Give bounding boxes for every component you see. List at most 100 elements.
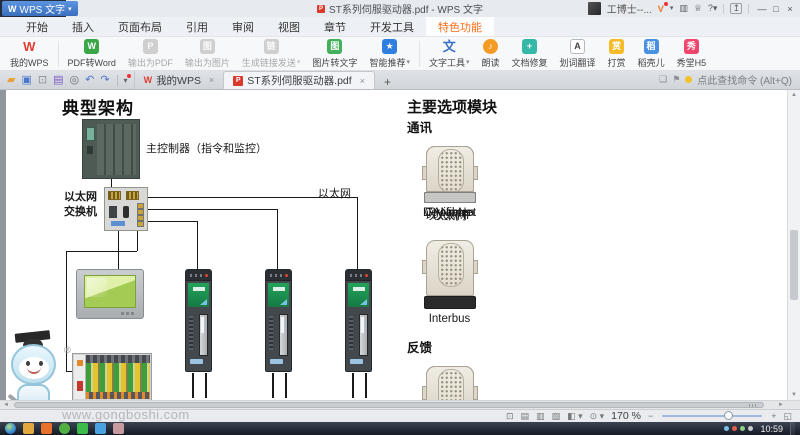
ribbon-docer[interactable]: 稻稻壳儿 [632,37,671,70]
system-tray [724,426,753,431]
plc-controller-image [82,119,140,179]
user-name[interactable]: 工博士--... [607,1,652,16]
fullscreen-icon[interactable]: ◱ [783,411,792,422]
zoom-out-button[interactable]: − [648,411,653,421]
ribbon-label: 稻壳儿 [638,56,665,69]
close-tab-icon[interactable]: × [360,76,365,86]
menu-tab-4[interactable]: 审阅 [220,17,266,36]
notification-dot [664,2,668,6]
ribbon-xiutang-h5[interactable]: 秀秀堂H5 [671,37,713,70]
drive-part [349,316,353,350]
tray-icon[interactable] [724,426,729,431]
page-view-icon[interactable]: ▤ [521,411,530,422]
taskbar-clock[interactable]: 10:59 [760,424,783,434]
docer-mall-icon[interactable]: ♕ [694,4,702,13]
app-green-circle-icon[interactable] [59,423,70,434]
redo-icon[interactable]: ↷ [100,75,109,86]
ribbon-image-to-text[interactable]: 图图片转文字 [306,37,363,70]
scrollbar-thumb[interactable] [790,230,798,300]
scroll-right-icon[interactable]: ► [778,402,784,408]
ribbon-reward[interactable]: 赏打赏 [602,37,632,70]
doc-tab-label: 我的WPS [156,73,201,88]
minimize-button[interactable]: — [755,4,769,14]
modules-heading: 主要选项模块 [407,96,497,117]
ribbon-my-wps[interactable]: W我的WPS [4,37,55,70]
ribbon-text-tool[interactable]: 文文字工具▾ [423,37,476,70]
read-mode-icon[interactable]: ▧ [552,411,561,422]
wire [118,231,119,269]
ribbon-smart-recommend[interactable]: ★智能推荐▾ [363,37,416,70]
new-tab-button[interactable]: + [375,75,400,89]
collapse-ribbon-icon[interactable]: ↥ [730,3,742,14]
app-green-icon[interactable] [77,423,88,434]
doc-tab-0[interactable]: W我的WPS× [134,71,224,89]
display-mode-icon[interactable]: ◧ ▾ [567,411,583,422]
ribbon-doc-repair[interactable]: +文档修复 [506,37,554,70]
user-avatar[interactable] [588,2,601,15]
doc-mini-icon[interactable]: ❏ [659,74,667,85]
skin-icon[interactable]: ▥ [679,4,688,13]
tray-icon[interactable] [740,426,745,431]
zoom-in-button[interactable]: + [771,411,776,421]
ribbon-translate[interactable]: A划词翻译 [554,37,602,70]
wps-app-button[interactable]: W WPS 文字 ▾ [2,1,78,16]
drive-part [268,283,289,307]
menu-tab-3[interactable]: 引用 [174,17,220,36]
app-photo-icon[interactable] [113,423,124,434]
drive-cable [192,373,194,398]
zoom-slider[interactable] [662,415,762,417]
flag-mini-icon[interactable]: ⚑ [672,74,680,85]
menu-tab-2[interactable]: 页面布局 [106,17,174,36]
app-orange-icon[interactable] [41,423,52,434]
ribbon-pdf-to-word[interactable]: WPDF转Word [62,37,122,70]
menu-tab-1[interactable]: 插入 [60,17,106,36]
scroll-down-icon[interactable]: ▼ [791,392,797,398]
text-tool-icon: 文 [442,39,457,54]
wire [111,179,112,187]
close-tab-icon[interactable]: × [209,75,214,85]
explorer-icon[interactable] [23,423,34,434]
docer-icon: 稻 [644,39,659,54]
wire [357,197,358,269]
ribbon-read-aloud[interactable]: ♪朗读 [476,37,506,70]
divider [723,4,724,14]
comm-section-heading: 通讯 [407,117,432,136]
scroll-left-icon[interactable]: ◄ [3,402,9,408]
menu-tab-8[interactable]: 特色功能 [426,17,494,36]
ribbon-export-pdf: P输出为PDF [122,37,179,70]
save-icon[interactable]: ▣ [21,75,31,86]
module-Interbus: Interbus [416,240,483,325]
doc-repair-icon: + [522,39,537,54]
start-button[interactable] [5,423,16,434]
fit-width-icon[interactable]: ⊡ [506,411,514,422]
help-icon[interactable]: ?▾ [708,4,718,13]
zoom-slider-thumb[interactable] [724,411,733,420]
show-desktop-button[interactable] [790,422,795,435]
vertical-scrollbar[interactable]: ▲ ▼ [787,90,800,400]
undo-icon[interactable]: ↶ [85,75,94,86]
drive-cable [272,373,274,398]
scroll-up-icon[interactable]: ▲ [791,92,797,98]
columns-view-icon[interactable]: ▥ [536,411,545,422]
tray-icon[interactable] [732,426,737,431]
menu-tab-5[interactable]: 视图 [266,17,312,36]
doc-tab-1[interactable]: PST系列伺服驱动器.pdf× [223,71,375,89]
tray-icon[interactable] [748,426,753,431]
maximize-button[interactable]: □ [769,4,783,14]
app-name: WPS 文字 [20,1,66,16]
find-command[interactable]: ❏⚑ 点此查找命令 (Alt+Q) [659,72,792,87]
print-icon[interactable]: ▤ [53,75,63,86]
print-preview-icon[interactable]: ◎ [70,75,80,86]
menu-tab-0[interactable]: 开始 [14,17,60,36]
status-bar: www.gongboshi.com ⊡▤▥▧◧ ▾⊙ ▾ 170 % − + ◱ [0,409,800,422]
open-folder-icon[interactable]: ▰ [7,75,15,86]
document-tabs: W我的WPS×PST系列伺服驱动器.pdf× [134,71,375,89]
quick-access-more-icon[interactable]: ▾ [124,76,128,85]
night-mode-icon[interactable]: ⊙ ▾ [590,411,605,422]
export-icon[interactable]: ⊡ [38,75,47,86]
close-button[interactable]: × [783,4,797,14]
app-blue-icon[interactable] [95,423,106,434]
menu-tab-6[interactable]: 章节 [312,17,358,36]
chevron-down-icon[interactable]: ▾ [670,5,674,12]
menu-tab-7[interactable]: 开发工具 [358,17,426,36]
